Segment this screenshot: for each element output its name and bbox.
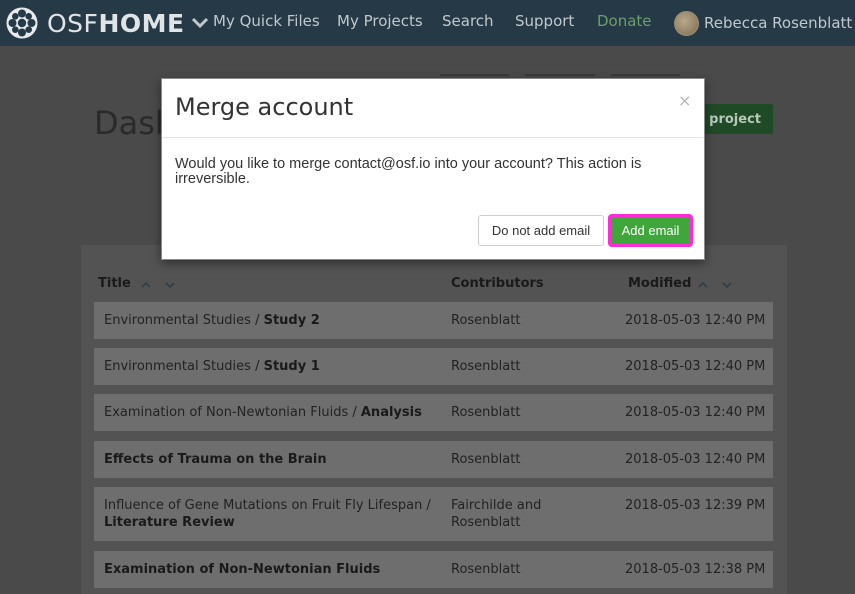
project-name[interactable]: Effects of Trauma on the Brain	[104, 452, 327, 467]
contributors-cell: Rosenblatt	[451, 405, 521, 420]
close-icon[interactable]: ×	[678, 91, 691, 110]
parent-project-name: Environmental Studies /	[104, 313, 264, 328]
modified-cell: 2018-05-03 12:38 PM	[625, 562, 766, 577]
project-title-cell: Examination of Non-Newtonian Fluids	[104, 561, 434, 578]
modified-sort-controls	[697, 279, 733, 291]
top-navbar: OSFHOME My Quick Files My Projects Searc…	[0, 0, 855, 46]
brand-text-bold: HOME	[98, 8, 185, 38]
column-header-modified[interactable]: Modified	[628, 276, 691, 291]
sort-descending-icon[interactable]	[721, 279, 733, 291]
modified-cell: 2018-05-03 12:40 PM	[625, 313, 766, 328]
osf-home-brand[interactable]: OSFHOME	[6, 6, 209, 40]
parent-project-name: Examination of Non-Newtonian Fluids /	[104, 405, 361, 420]
nav-link-support[interactable]: Support	[515, 12, 574, 30]
chevron-down-icon[interactable]	[191, 14, 209, 32]
brand-text: OSFHOME	[47, 9, 185, 38]
nav-link-search[interactable]: Search	[442, 12, 494, 30]
column-header-title[interactable]: Title	[98, 276, 131, 291]
project-name[interactable]: Literature Review	[104, 515, 235, 530]
merge-account-modal: Merge account × Would you like to merge …	[161, 78, 705, 260]
table-row[interactable]: Examination of Non-Newtonian Fluids / An…	[94, 394, 773, 431]
nav-link-my-projects[interactable]: My Projects	[337, 12, 423, 30]
project-name[interactable]: Analysis	[361, 405, 422, 420]
modal-message: Would you like to merge contact@osf.io i…	[175, 156, 642, 187]
parent-project-name: Influence of Gene Mutations on Fruit Fly…	[104, 498, 431, 513]
table-row[interactable]: Environmental Studies / Study 2 Rosenbla…	[94, 302, 773, 339]
table-row[interactable]: Environmental Studies / Study 1 Rosenbla…	[94, 348, 773, 385]
osf-logo-icon	[6, 7, 38, 39]
contributors-cell: Rosenblatt	[451, 359, 521, 374]
contributors-cell: Rosenblatt	[451, 562, 521, 577]
project-name[interactable]: Examination of Non-Newtonian Fluids	[104, 562, 380, 577]
title-sort-controls	[140, 279, 176, 291]
contributors-cell: Fairchilde and Rosenblatt	[451, 498, 542, 530]
modified-cell: 2018-05-03 12:40 PM	[625, 359, 766, 374]
nav-link-donate[interactable]: Donate	[597, 12, 652, 30]
table-row[interactable]: Effects of Trauma on the Brain Rosenblat…	[94, 441, 773, 478]
modal-title: Merge account	[175, 93, 354, 121]
project-name[interactable]: Study 1	[264, 359, 320, 374]
contributors-cell: Rosenblatt	[451, 313, 521, 328]
do-not-add-email-button[interactable]: Do not add email	[478, 215, 604, 246]
contributors-cell: Rosenblatt	[451, 452, 521, 467]
modified-cell: 2018-05-03 12:39 PM	[625, 498, 766, 513]
table-row[interactable]: Influence of Gene Mutations on Fruit Fly…	[94, 487, 773, 541]
modal-header: Merge account ×	[162, 79, 704, 138]
column-header-contributors: Contributors	[451, 276, 544, 291]
brand-text-light: OSF	[47, 8, 99, 38]
project-title-cell: Environmental Studies / Study 1	[104, 358, 434, 375]
table-row[interactable]: Examination of Non-Newtonian Fluids Rose…	[94, 551, 773, 588]
modified-cell: 2018-05-03 12:40 PM	[625, 405, 766, 420]
project-title-cell: Examination of Non-Newtonian Fluids / An…	[104, 404, 444, 421]
project-title-cell: Influence of Gene Mutations on Fruit Fly…	[104, 497, 434, 531]
modified-cell: 2018-05-03 12:40 PM	[625, 452, 766, 467]
sort-ascending-icon[interactable]	[697, 279, 709, 291]
sort-ascending-icon[interactable]	[140, 279, 152, 291]
parent-project-name: Environmental Studies /	[104, 359, 264, 374]
project-name[interactable]: Study 2	[264, 313, 320, 328]
project-title-cell: Effects of Trauma on the Brain	[104, 451, 434, 468]
project-title-cell: Environmental Studies / Study 2	[104, 312, 434, 329]
user-name: Rebecca Rosenblatt	[704, 14, 853, 32]
sort-descending-icon[interactable]	[164, 279, 176, 291]
add-email-button[interactable]: Add email	[609, 215, 692, 246]
nav-link-my-quick-files[interactable]: My Quick Files	[213, 12, 320, 30]
user-menu[interactable]: Rebecca Rosenblatt	[674, 10, 855, 36]
avatar	[674, 10, 699, 36]
